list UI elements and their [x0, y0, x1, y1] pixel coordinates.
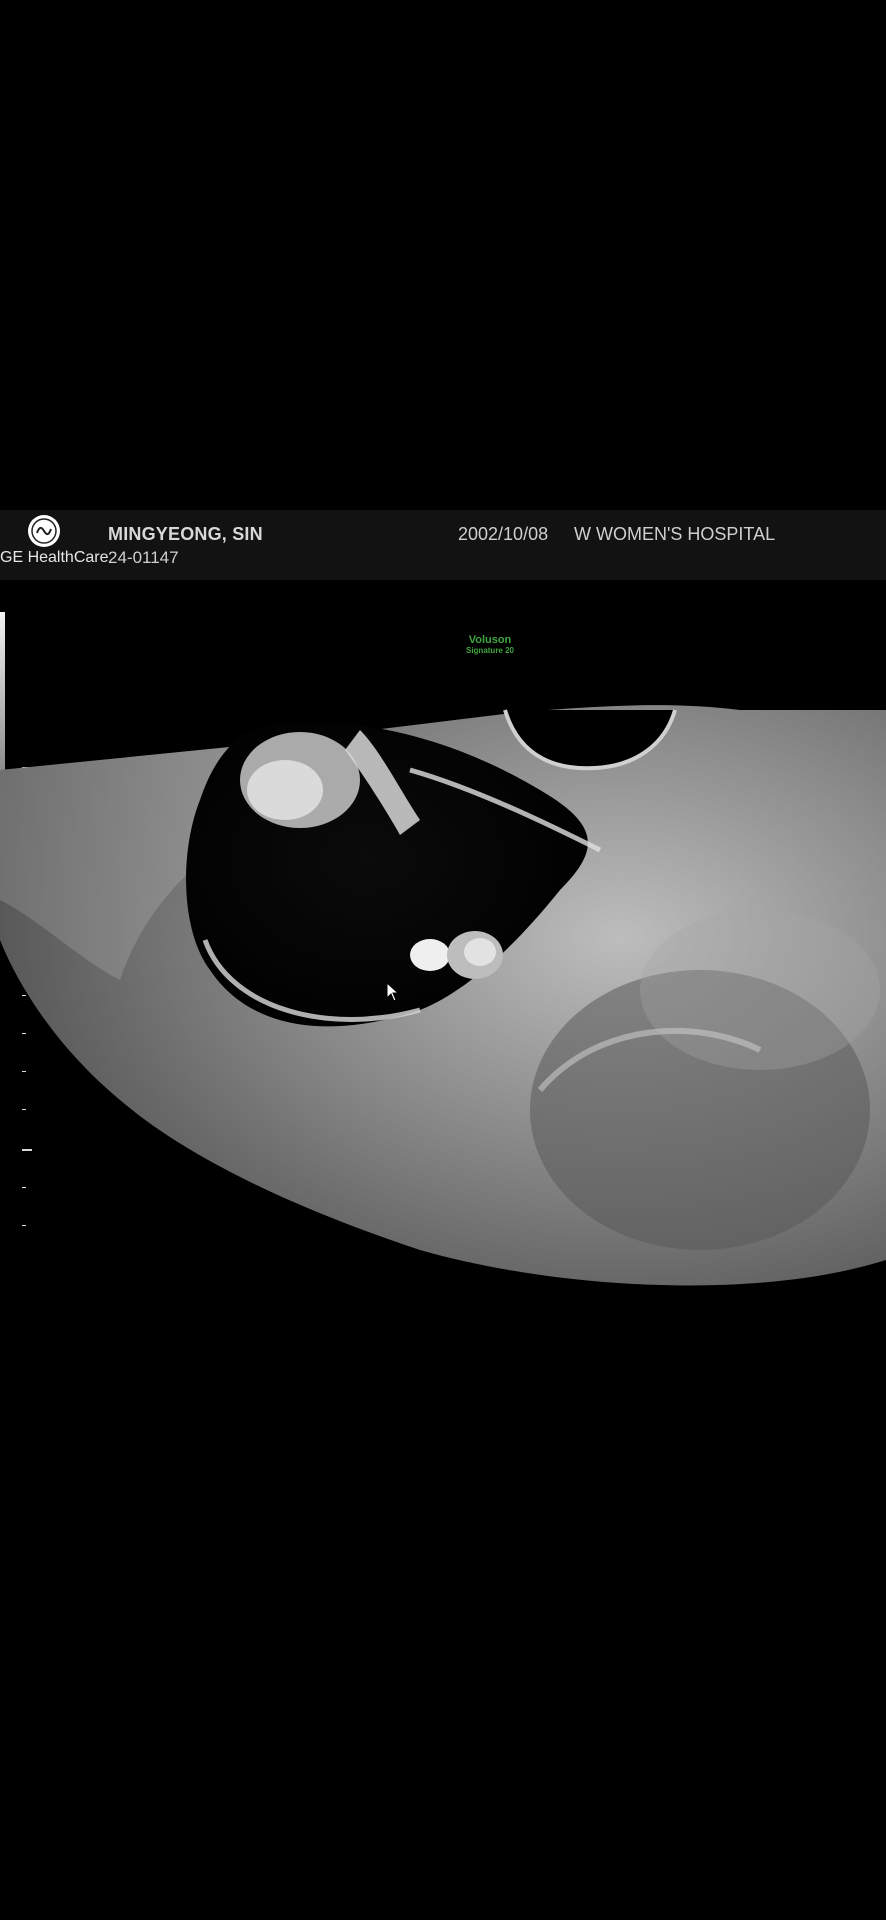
patient-id: 24-01147: [108, 548, 179, 567]
patient-header: GE HealthCare MINGYEONG, SIN 24-01147 20…: [0, 510, 886, 580]
logo-text: GE HealthCare: [0, 549, 109, 566]
patient-name: MINGYEONG, SIN: [108, 524, 263, 544]
mouse-pointer-icon: [386, 981, 400, 1007]
brand-line1: Voluson: [468, 634, 512, 646]
exam-date: 2002/10/08: [458, 524, 549, 544]
brand-line2: Signature 20: [465, 646, 514, 655]
ge-logo-icon: [28, 515, 60, 547]
hospital-name: W WOMEN'S HOSPITAL: [574, 524, 776, 544]
ultrasound-image: [0, 705, 886, 1286]
device-brand: Voluson Signature 20: [430, 634, 550, 655]
